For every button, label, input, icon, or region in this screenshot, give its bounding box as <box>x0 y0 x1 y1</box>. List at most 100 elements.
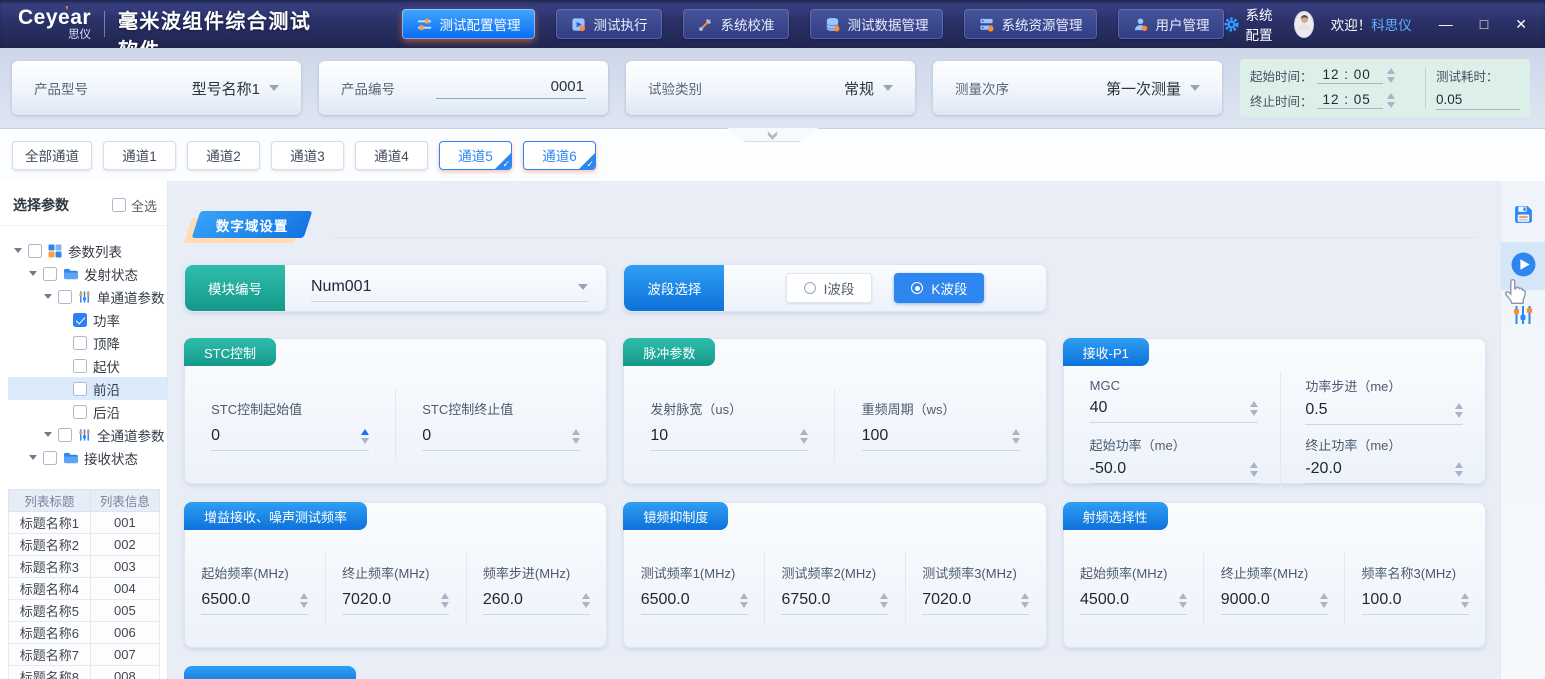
module-number-select[interactable]: Num001 <box>311 273 588 302</box>
stepper[interactable] <box>1461 593 1469 608</box>
tree-checkbox[interactable] <box>58 290 72 304</box>
tree-item-1[interactable]: 发射状态 <box>8 262 167 285</box>
tree-item-0[interactable]: 参数列表 <box>8 239 167 262</box>
channel-tab-2[interactable]: 通道2 <box>187 141 260 170</box>
tree-checkbox[interactable] <box>73 336 87 350</box>
avatar[interactable] <box>1294 11 1314 38</box>
table-row[interactable]: 标题名称8008 <box>9 666 160 679</box>
nav-item-2[interactable]: 系统校准 <box>683 9 789 39</box>
param-field-value[interactable]: 4500.0 <box>1080 591 1129 609</box>
param-field-value[interactable]: 100 <box>862 427 889 445</box>
tree-checkbox[interactable] <box>43 451 57 465</box>
maximize-button[interactable]: □ <box>1480 17 1488 31</box>
param-field-value[interactable]: 0 <box>422 427 431 445</box>
tree-checkbox[interactable] <box>73 382 87 396</box>
filter-field-select[interactable]: 型号名称1 <box>192 78 279 99</box>
stepper[interactable] <box>1250 462 1258 477</box>
nav-item-5[interactable]: 用户管理 <box>1118 9 1224 39</box>
channel-tab-4[interactable]: 通道4 <box>355 141 428 170</box>
table-row[interactable]: 标题名称6006 <box>9 622 160 644</box>
stepper[interactable] <box>1179 593 1187 608</box>
tree-checkbox[interactable] <box>73 359 87 373</box>
nav-item-4[interactable]: 系统资源管理 <box>964 9 1097 39</box>
tree-item-4[interactable]: 顶降 <box>8 331 167 354</box>
band-option-0[interactable]: I波段 <box>786 273 873 303</box>
stepper[interactable] <box>441 593 449 608</box>
stepper[interactable] <box>880 593 888 608</box>
stepper[interactable] <box>1455 403 1463 418</box>
table-row[interactable]: 标题名称7007 <box>9 644 160 666</box>
rail-button-play[interactable] <box>1501 242 1545 290</box>
param-field-value[interactable]: 7020.0 <box>342 591 391 609</box>
rail-button-save[interactable] <box>1501 195 1545 237</box>
tree-checkbox[interactable] <box>73 405 87 419</box>
tree-checkbox[interactable] <box>73 313 87 327</box>
stepper[interactable] <box>572 429 580 444</box>
start-time-value[interactable]: 12 : 00 <box>1317 67 1383 84</box>
stepper[interactable] <box>1455 462 1463 477</box>
table-row[interactable]: 标题名称4004 <box>9 578 160 600</box>
tree-checkbox[interactable] <box>43 267 57 281</box>
rail-button-rail-sliders[interactable] <box>1501 295 1545 337</box>
channel-tab-5[interactable]: 通道5 ✓ <box>439 141 512 170</box>
close-button[interactable]: ✕ <box>1515 17 1527 31</box>
expander-icon[interactable] <box>14 248 22 253</box>
channel-tab-3[interactable]: 通道3 <box>271 141 344 170</box>
param-field-value[interactable]: 6500.0 <box>641 591 690 609</box>
table-row[interactable]: 标题名称3003 <box>9 556 160 578</box>
filter-field-input[interactable]: 0001 <box>436 78 586 99</box>
stepper[interactable] <box>1320 593 1328 608</box>
stepper[interactable] <box>361 429 369 444</box>
param-field-value[interactable]: 6750.0 <box>781 591 830 609</box>
expander-icon[interactable] <box>44 432 52 437</box>
expander-icon[interactable] <box>44 294 52 299</box>
stepper[interactable] <box>800 429 808 444</box>
stepper[interactable] <box>1021 593 1029 608</box>
table-row[interactable]: 标题名称1001 <box>9 512 160 534</box>
end-time-value[interactable]: 12 : 05 <box>1317 92 1383 109</box>
param-field-value[interactable]: 100.0 <box>1362 591 1402 609</box>
tree-item-7[interactable]: 后沿 <box>8 400 167 423</box>
stepper[interactable] <box>300 593 308 608</box>
tree-item-9[interactable]: 接收状态 <box>8 446 167 469</box>
nav-item-3[interactable]: 测试数据管理 <box>810 9 943 39</box>
channel-tab-0[interactable]: 全部通道 <box>12 141 92 170</box>
tree-item-8[interactable]: 全通道参数 <box>8 423 167 446</box>
param-field-value[interactable]: -50.0 <box>1090 460 1126 478</box>
minimize-button[interactable]: — <box>1439 17 1453 31</box>
select-all-checkbox[interactable] <box>112 198 126 212</box>
tree-item-6[interactable]: 前沿 <box>8 377 167 400</box>
param-field-value[interactable]: 6500.0 <box>201 591 250 609</box>
table-row[interactable]: 标题名称5005 <box>9 600 160 622</box>
stepper[interactable] <box>582 593 590 608</box>
filter-field-select[interactable]: 常规 <box>844 78 893 99</box>
expander-icon[interactable] <box>29 455 37 460</box>
tree-item-5[interactable]: 起伏 <box>8 354 167 377</box>
param-field-value[interactable]: 10 <box>650 427 668 445</box>
table-row[interactable]: 标题名称2002 <box>9 534 160 556</box>
param-field-value[interactable]: -20.0 <box>1305 460 1341 478</box>
tree-item-3[interactable]: 功率 <box>8 308 167 331</box>
nav-item-0[interactable]: 测试配置管理 <box>402 9 535 39</box>
tree-item-2[interactable]: 单通道参数 <box>8 285 167 308</box>
end-time-stepper[interactable] <box>1387 93 1395 108</box>
param-field-value[interactable]: 0 <box>211 427 220 445</box>
param-field-value[interactable]: 7020.0 <box>922 591 971 609</box>
param-field-value[interactable]: 40 <box>1090 399 1108 417</box>
param-field-value[interactable]: 260.0 <box>483 591 523 609</box>
filter-field-select[interactable]: 第一次测量 <box>1106 78 1200 99</box>
select-all-control[interactable]: 全选 <box>112 196 157 215</box>
channel-tab-1[interactable]: 通道1 <box>103 141 176 170</box>
nav-item-1[interactable]: 测试执行 <box>556 9 662 39</box>
band-option-1[interactable]: K波段 <box>894 273 984 303</box>
system-config-button[interactable]: 系统配置 <box>1224 4 1277 44</box>
channel-tab-6[interactable]: 通道6 ✓ <box>523 141 596 170</box>
param-field-value[interactable]: 0.5 <box>1305 401 1327 419</box>
stepper[interactable] <box>1250 401 1258 416</box>
expander-icon[interactable] <box>29 271 37 276</box>
tree-checkbox[interactable] <box>58 428 72 442</box>
tree-checkbox[interactable] <box>28 244 42 258</box>
param-field-value[interactable]: 9000.0 <box>1221 591 1270 609</box>
start-time-stepper[interactable] <box>1387 68 1395 83</box>
stepper[interactable] <box>740 593 748 608</box>
